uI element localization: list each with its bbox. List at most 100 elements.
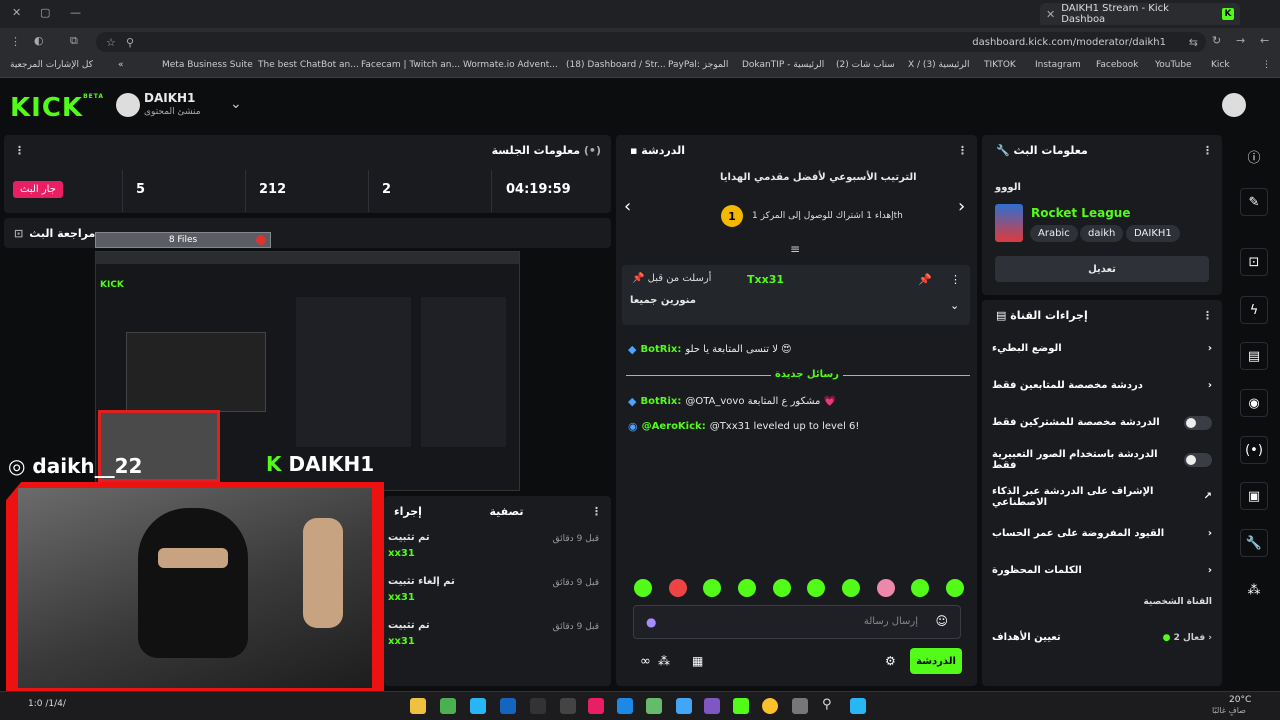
chat-input[interactable]: ● إرسال رسالة ☺ bbox=[633, 605, 961, 639]
leaderboard-prev-icon[interactable]: ‹ bbox=[624, 196, 631, 217]
chat-message[interactable]: ◉ @AeroKick: @Txx31 leveled up to level … bbox=[616, 420, 977, 433]
bookmark-star-icon[interactable]: ☆ bbox=[106, 36, 116, 49]
account-age-row[interactable]: القيود المفروضة على عمر الحساب › bbox=[982, 515, 1222, 552]
document-icon[interactable]: ▤ bbox=[1240, 342, 1268, 370]
tiktok-icon[interactable] bbox=[588, 698, 604, 714]
chrome-icon[interactable] bbox=[762, 698, 778, 714]
app-icon[interactable] bbox=[646, 698, 662, 714]
pinned-menu-icon[interactable]: ⋮ bbox=[950, 273, 961, 286]
tag-chip[interactable]: Arabic bbox=[1030, 225, 1078, 242]
info-icon[interactable]: ⓘ bbox=[1240, 142, 1268, 170]
bookmark-meta[interactable]: Meta Business Suite bbox=[162, 60, 253, 70]
edit-stream-button[interactable]: تعديل bbox=[995, 256, 1209, 282]
banned-words-row[interactable]: الكلمات المحظورة › bbox=[982, 552, 1222, 589]
tag-chip[interactable]: daikh bbox=[1080, 225, 1124, 242]
emote-icon[interactable] bbox=[945, 579, 964, 597]
preview-panel-icon[interactable]: ⊡ bbox=[1240, 248, 1268, 276]
file-explorer-icon[interactable] bbox=[410, 698, 426, 714]
chat-bubble-icon[interactable]: ◉ bbox=[1240, 389, 1268, 417]
epic-icon[interactable] bbox=[530, 698, 546, 714]
app-icon[interactable] bbox=[676, 698, 692, 714]
emote-icon[interactable] bbox=[807, 579, 826, 597]
channel-switch-chevron-icon[interactable]: ⌄ bbox=[230, 96, 242, 112]
app-icon[interactable] bbox=[440, 698, 456, 714]
edit-icon[interactable]: ✎ bbox=[1240, 188, 1268, 216]
chat-username[interactable]: BotRix: bbox=[640, 396, 681, 407]
chat-username[interactable]: @AeroKick: bbox=[642, 421, 706, 432]
forward-icon[interactable]: → bbox=[1236, 34, 1245, 47]
url-field[interactable]: ☆ ⚲ dashboard.kick.com/moderator/daikh1 … bbox=[96, 32, 1206, 52]
unpin-icon[interactable]: 📌 bbox=[918, 273, 932, 286]
lightning-icon[interactable]: ϟ bbox=[1240, 296, 1268, 324]
bookmark-chatbot[interactable]: The best ChatBot an... bbox=[258, 60, 359, 70]
reload-icon[interactable]: ↻ bbox=[1212, 34, 1221, 47]
subscribers-only-row[interactable]: الدردشة مخصصة للمشتركين فقط bbox=[982, 404, 1222, 441]
layout-icon[interactable]: ▣ bbox=[1240, 482, 1268, 510]
slow-mode-row[interactable]: الوضع البطيء › bbox=[982, 330, 1222, 367]
emote-icon[interactable] bbox=[634, 579, 652, 597]
site-settings-icon[interactable]: ⇆ bbox=[1189, 36, 1198, 49]
bookmark-tiktok[interactable]: TIKTOK bbox=[984, 60, 1016, 70]
kick-app-icon[interactable] bbox=[733, 698, 749, 714]
window-maximize-icon[interactable]: ▢ bbox=[40, 6, 50, 19]
filter-button[interactable]: تصفية bbox=[489, 505, 523, 518]
pinned-user[interactable]: Txx31 bbox=[747, 273, 784, 286]
chat-settings-icon[interactable]: ⚙ bbox=[885, 654, 896, 668]
chat-message[interactable]: ◆ BotRix: @OTA_vovo مشكور ع المتابعة 💗 bbox=[616, 395, 977, 408]
session-menu-icon[interactable]: ⋮ bbox=[14, 144, 25, 157]
pinned-message[interactable]: 📌 أرسلت من قبل Txx31 📌 ⋮ منورين جميعا ⌄ bbox=[622, 265, 970, 325]
emoji-icon[interactable]: ☺ bbox=[935, 614, 948, 628]
weather-temp[interactable]: 20°C bbox=[1229, 695, 1251, 705]
bookmark-instagram[interactable]: Instagram bbox=[1035, 60, 1081, 70]
emote-icon[interactable] bbox=[772, 579, 791, 597]
steam-icon[interactable] bbox=[500, 698, 516, 714]
emote-icon[interactable] bbox=[841, 579, 860, 597]
tab-close-icon[interactable]: ✕ bbox=[1046, 8, 1055, 21]
search-icon[interactable]: ⚲ bbox=[822, 697, 832, 712]
kick-logo[interactable]: KICKBETA bbox=[10, 93, 104, 123]
bookmarks-more-icon[interactable]: ⋮ bbox=[1262, 60, 1271, 70]
emotes-only-row[interactable]: الدردشة باستخدام الصور التعبيرية فقط bbox=[982, 441, 1222, 478]
subscribers-only-toggle[interactable] bbox=[1184, 415, 1212, 430]
emote-icon[interactable] bbox=[911, 579, 930, 597]
window-minimize-icon[interactable]: — bbox=[70, 6, 81, 19]
bookmark-all[interactable]: كل الإشارات المرجعية bbox=[10, 60, 93, 70]
followers-only-row[interactable]: دردشة مخصصة للمتابعين فقط › bbox=[982, 367, 1222, 404]
ai-moderation-row[interactable]: الإشراف على الدردشة عبر الذكاء الاصطناعي… bbox=[982, 478, 1222, 515]
chat-send-button[interactable]: الدردشة bbox=[910, 648, 962, 674]
mod-log-user[interactable]: xx31 bbox=[388, 548, 415, 559]
wrench-icon[interactable]: 🔧 bbox=[1240, 529, 1268, 557]
edge-icon[interactable] bbox=[617, 698, 633, 714]
more-icon[interactable]: ⁂ bbox=[1240, 576, 1268, 604]
bookmark-kick[interactable]: Kick bbox=[1211, 60, 1230, 70]
menu-icon[interactable]: ⋮ bbox=[10, 35, 21, 48]
broadcast-icon[interactable]: (•) bbox=[1240, 436, 1268, 464]
bookmark-facecam[interactable]: Facecam | Twitch an... bbox=[361, 60, 460, 70]
leaderboard-next-icon[interactable]: › bbox=[958, 196, 965, 217]
bookmark-dashboard[interactable]: (18) Dashboard / Str... bbox=[566, 60, 666, 70]
bookmark-paypal[interactable]: PayPal: الموجز bbox=[668, 60, 728, 70]
channel-actions-menu-icon[interactable]: ⋮ bbox=[1202, 309, 1213, 322]
pinned-collapse-icon[interactable]: ⌄ bbox=[950, 299, 959, 312]
mic-icon[interactable]: ● bbox=[646, 615, 656, 629]
extension-icon[interactable]: ◐ bbox=[34, 34, 44, 47]
back-icon[interactable]: ← bbox=[1260, 34, 1269, 47]
emote-icon[interactable] bbox=[668, 579, 687, 597]
tag-chip[interactable]: DAIKH1 bbox=[1126, 225, 1180, 242]
discord-icon[interactable] bbox=[704, 698, 720, 714]
chat-message[interactable]: ◆ BotRix: لا تنسى المتابعة يا حلو 😍 bbox=[616, 343, 977, 356]
app-icon[interactable] bbox=[470, 698, 486, 714]
app-icon[interactable] bbox=[560, 698, 576, 714]
mod-log-user[interactable]: xx31 bbox=[388, 592, 415, 603]
emotes-only-toggle[interactable] bbox=[1184, 452, 1212, 467]
emote-icon[interactable] bbox=[703, 579, 722, 597]
start-icon[interactable] bbox=[850, 698, 866, 714]
files-popup[interactable]: 8 Files bbox=[95, 232, 271, 248]
user-avatar[interactable] bbox=[1222, 93, 1246, 117]
chevron-down-icon[interactable]: ≡ bbox=[790, 242, 800, 256]
screenshot-icon[interactable]: ⧉ bbox=[70, 34, 78, 48]
emote-icon[interactable] bbox=[876, 579, 895, 597]
mod-log-item[interactable]: تم تثبيت xx31 قبل 9 دقائق bbox=[384, 526, 611, 570]
infinity-icon[interactable]: ∞ bbox=[640, 654, 651, 669]
chat-username[interactable]: BotRix: bbox=[640, 344, 681, 355]
